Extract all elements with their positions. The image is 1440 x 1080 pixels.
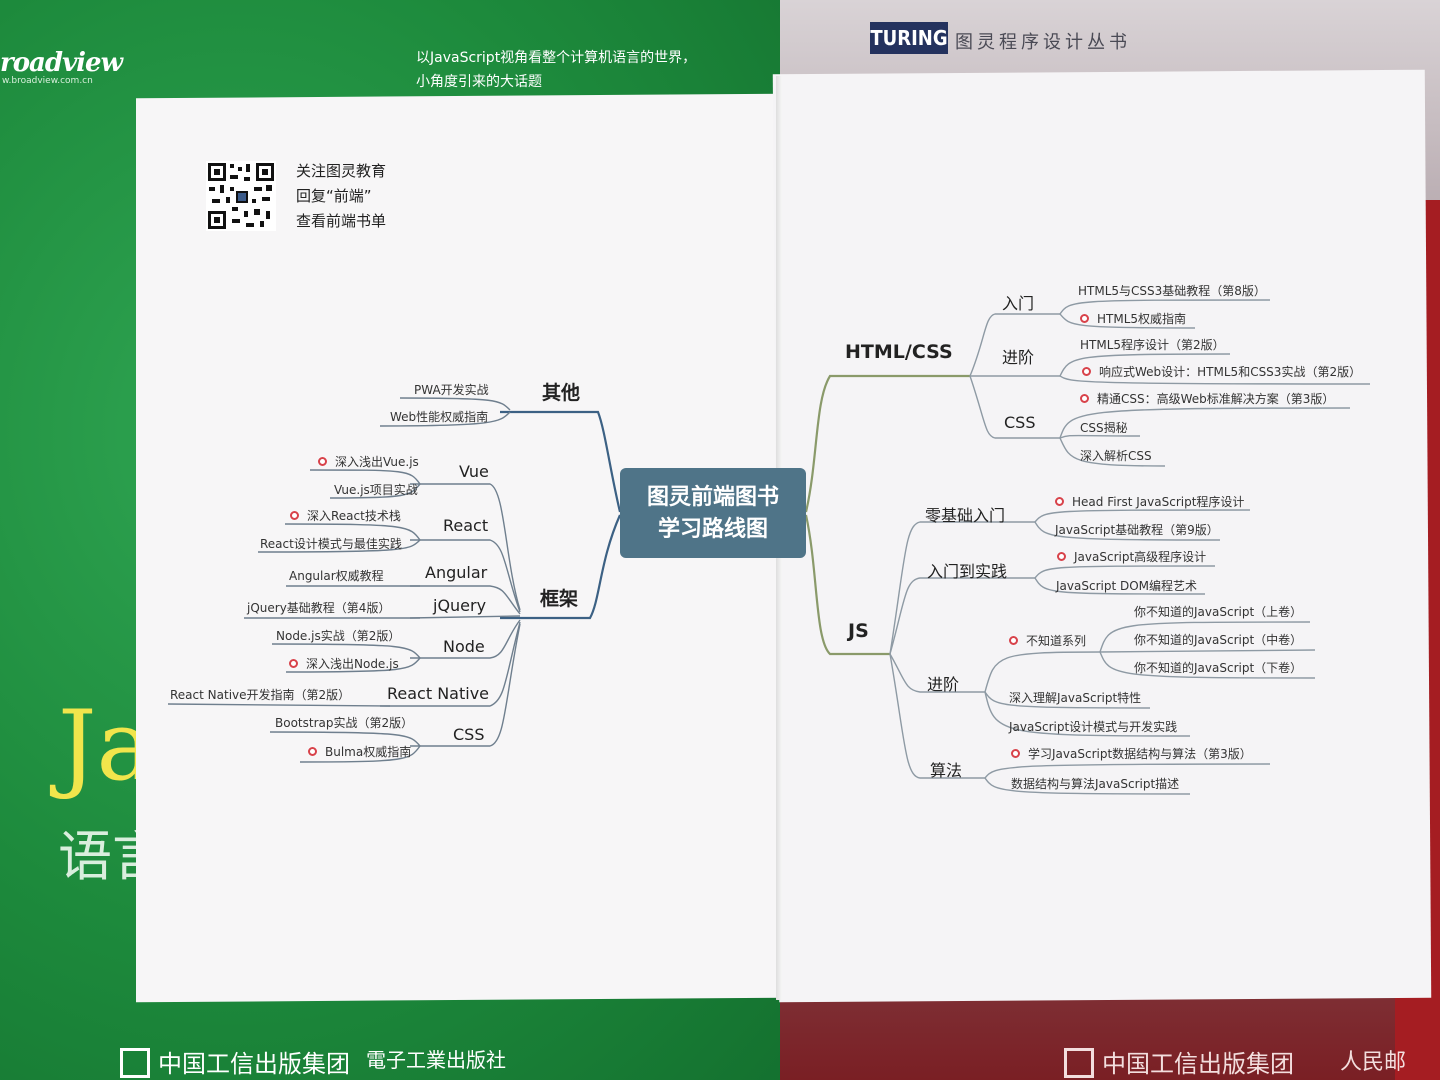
- book-title: CSS揭秘: [1080, 421, 1128, 435]
- book-title: JavaScript DOM编程艺术: [1056, 579, 1198, 593]
- book-title-text: 响应式Web设计：HTML5和CSS3实战（第2版）: [1099, 365, 1362, 379]
- book-title: Vue.js项目实战: [334, 483, 418, 497]
- center-title-line-1: 图灵前端图书: [646, 485, 779, 510]
- htmlcss-group-advanced: 进阶: [1002, 348, 1035, 367]
- book-title: 深入理解JavaScript特性: [1009, 691, 1142, 705]
- book-title: Node.js实战（第2版）: [276, 629, 401, 643]
- js-series-label: 不知道系列: [1009, 632, 1086, 649]
- framework-jquery: jQuery: [433, 596, 487, 615]
- recommend-dot-icon: [1082, 367, 1091, 376]
- recommend-dot-icon: [1011, 749, 1020, 758]
- book-title: React设计模式与最佳实践: [260, 537, 402, 551]
- book-title: 你不知道的JavaScript（上卷）: [1134, 605, 1303, 619]
- branch-label-other: 其他: [542, 382, 581, 404]
- framework-react-native: React Native: [387, 684, 490, 703]
- book-title: React Native开发指南（第2版）: [170, 688, 351, 702]
- book-title: 学习JavaScript数据结构与算法（第3版）: [1011, 745, 1252, 762]
- book-title: 深入浅出Vue.js: [318, 453, 419, 470]
- recommend-dot-icon: [1009, 636, 1018, 645]
- book-title: 响应式Web设计：HTML5和CSS3实战（第2版）: [1082, 363, 1361, 380]
- recommend-dot-icon: [289, 659, 298, 668]
- book-title-text: JavaScript高级程序设计: [1074, 550, 1207, 564]
- branch-label-js: JS: [848, 620, 869, 642]
- framework-vue: Vue: [459, 462, 489, 481]
- book-title: Bootstrap实战（第2版）: [275, 716, 414, 730]
- book-title: JavaScript高级程序设计: [1057, 548, 1206, 565]
- book-title: 你不知道的JavaScript（下卷）: [1134, 661, 1303, 675]
- book-title-text: HTML5权威指南: [1097, 312, 1187, 326]
- recommend-dot-icon: [308, 747, 317, 756]
- book-title: Head First JavaScript程序设计: [1055, 493, 1244, 510]
- book-title: Bulma权威指南: [308, 743, 411, 760]
- center-node: 图灵前端图书 学习路线图: [620, 468, 806, 558]
- book-title-text: 学习JavaScript数据结构与算法（第3版）: [1028, 747, 1252, 761]
- book-title: Web性能权威指南: [390, 410, 489, 424]
- branch-other: [500, 410, 622, 513]
- framework-css: CSS: [453, 725, 485, 744]
- book-title-text: Bulma权威指南: [325, 745, 412, 759]
- recommend-dot-icon: [290, 511, 299, 520]
- js-group-algorithms: 算法: [930, 761, 963, 780]
- book-title: JavaScript设计模式与开发实践: [1009, 720, 1178, 734]
- htmlcss-group-intro: 入门: [1002, 294, 1035, 313]
- recommend-dot-icon: [1080, 394, 1089, 403]
- book-title-text: 深入浅出Node.js: [306, 657, 399, 671]
- book-title: HTML5权威指南: [1080, 310, 1186, 327]
- book-title: 你不知道的JavaScript（中卷）: [1134, 633, 1303, 647]
- branch-label-htmlcss: HTML/CSS: [845, 341, 953, 363]
- series-title-text: 不知道系列: [1026, 634, 1087, 648]
- book-title-text: 深入React技术栈: [307, 509, 401, 523]
- recommend-dot-icon: [1055, 497, 1064, 506]
- book-title-text: Head First JavaScript程序设计: [1072, 495, 1245, 509]
- recommend-dot-icon: [1080, 314, 1089, 323]
- framework-angular: Angular: [425, 563, 488, 582]
- branch-label-frameworks: 框架: [540, 588, 579, 610]
- book-title-text: 精通CSS：高级Web标准解决方案（第3版）: [1097, 392, 1335, 406]
- center-title-line-2: 学习路线图: [657, 517, 768, 542]
- recommend-dot-icon: [1057, 552, 1066, 561]
- book-title: 深入React技术栈: [290, 507, 401, 524]
- book-title: 精通CSS：高级Web标准解决方案（第3版）: [1080, 390, 1334, 407]
- recommend-dot-icon: [318, 457, 327, 466]
- book-title: 深入浅出Node.js: [289, 655, 399, 672]
- book-title-text: 深入浅出Vue.js: [335, 455, 419, 469]
- book-title: 数据结构与算法JavaScript描述: [1011, 777, 1180, 791]
- book-title: HTML5与CSS3基础教程（第8版）: [1078, 284, 1266, 298]
- book-title: JavaScript基础教程（第9版）: [1055, 523, 1219, 537]
- branch-htmlcss: [804, 374, 970, 513]
- book-title: jQuery基础教程（第4版）: [247, 601, 391, 615]
- js-group-advanced: 进阶: [927, 675, 960, 694]
- htmlcss-group-css: CSS: [1004, 413, 1036, 432]
- framework-react: React: [443, 516, 489, 535]
- js-group-practice: 入门到实践: [927, 562, 1008, 581]
- book-title: PWA开发实战: [414, 383, 489, 397]
- book-title: 深入解析CSS: [1080, 449, 1152, 463]
- js-group-beginner: 零基础入门: [925, 506, 1006, 525]
- book-title: Angular权威教程: [289, 569, 384, 583]
- framework-node: Node: [443, 637, 485, 656]
- book-title: HTML5程序设计（第2版）: [1080, 338, 1225, 352]
